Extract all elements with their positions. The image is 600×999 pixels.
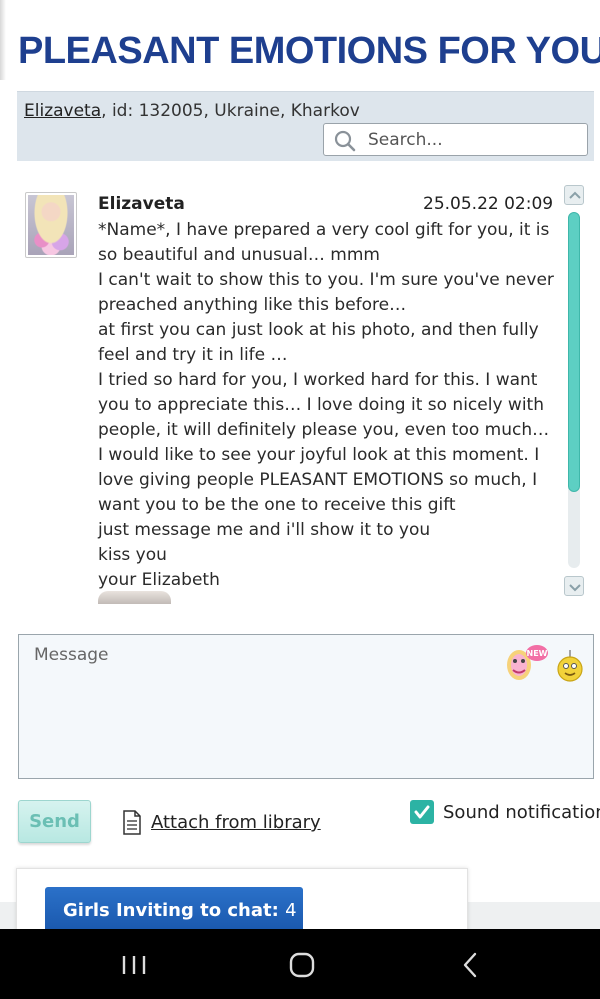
avatar-photo <box>28 195 74 255</box>
sticker-new-badge: NEW <box>527 649 548 658</box>
profile-details: , id: 132005, Ukraine, Kharkov <box>101 101 360 121</box>
sticker-icon[interactable]: NEW <box>499 641 549 683</box>
back-icon[interactable] <box>460 951 480 979</box>
chevron-up-icon <box>569 191 581 199</box>
attached-photo-thumbnail[interactable] <box>98 591 171 604</box>
search-box[interactable] <box>323 123 588 156</box>
invite-label: Girls Inviting to chat: <box>63 900 279 921</box>
message-body: *Name*, I have prepared a very cool gift… <box>98 218 558 593</box>
profile-name-link[interactable]: Elizaveta <box>24 101 101 121</box>
chevron-down-icon <box>569 584 581 592</box>
search-input[interactable] <box>368 129 578 151</box>
message-line: kiss you <box>98 545 167 565</box>
invite-count: 4 <box>285 900 297 921</box>
profile-info-bar: Elizaveta, id: 132005, Ukraine, Kharkov <box>17 91 594 161</box>
scroll-down-button[interactable] <box>564 576 584 596</box>
page-title: PLEASANT EMOTIONS FOR YOU <box>18 30 600 72</box>
message-line: your Elizabeth <box>98 570 220 590</box>
scroll-up-button[interactable] <box>564 185 584 205</box>
emoji-icon[interactable] <box>555 649 585 683</box>
message-sender: Elizaveta <box>98 194 185 214</box>
recents-icon[interactable] <box>120 954 148 976</box>
avatar[interactable] <box>25 192 77 258</box>
message-compose[interactable]: NEW <box>18 634 594 779</box>
edge-shadow <box>0 0 6 80</box>
profile-info: Elizaveta, id: 132005, Ukraine, Kharkov <box>24 101 360 121</box>
message-line: *Name*, I have prepared a very cool gift… <box>98 220 550 265</box>
message-history: Elizaveta 25.05.22 02:09 *Name*, I have … <box>17 176 594 604</box>
sound-notification-label: Sound notification <box>443 802 600 823</box>
send-button[interactable]: Send <box>18 800 91 843</box>
message-line: I can't wait to show this to you. I'm su… <box>98 270 554 315</box>
chat-page: PLEASANT EMOTIONS FOR YOU Elizaveta, id:… <box>0 0 600 999</box>
girls-inviting-button[interactable]: Girls Inviting to chat: 4 <box>45 887 303 932</box>
document-icon[interactable] <box>122 810 142 835</box>
checkmark-icon <box>414 805 430 819</box>
attach-from-library-link[interactable]: Attach from library <box>151 812 321 833</box>
message-timestamp: 25.05.22 02:09 <box>423 194 554 214</box>
home-icon[interactable] <box>288 951 316 979</box>
sound-notification-checkbox[interactable] <box>410 800 434 824</box>
message-line: at first you can just look at his photo,… <box>98 320 539 365</box>
search-icon <box>334 130 356 152</box>
message-line: I tried so hard for you, I worked hard f… <box>98 370 550 515</box>
scrollbar-thumb[interactable] <box>568 212 580 492</box>
message-line: just message me and i'll show it to you <box>98 520 431 540</box>
